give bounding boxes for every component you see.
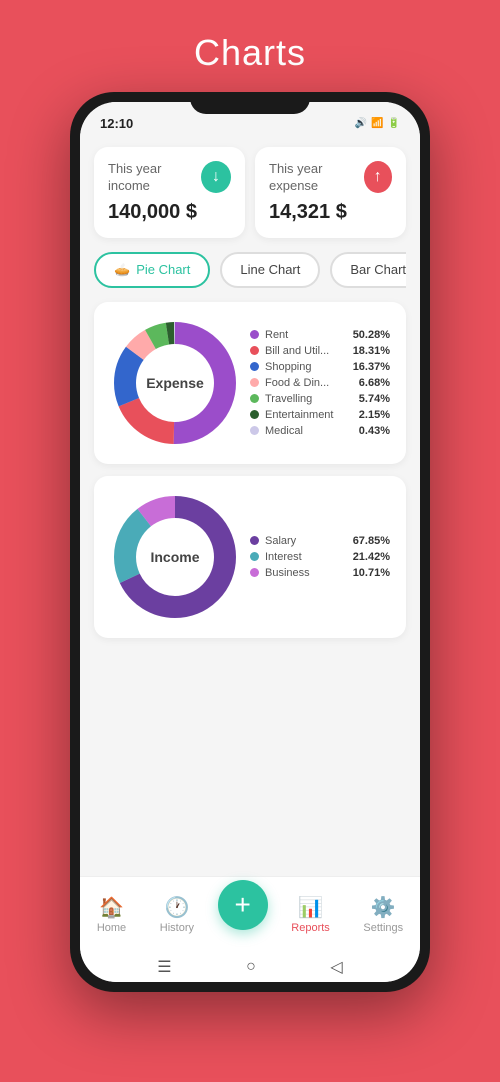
income-card-header: This year income ↓: [108, 161, 231, 195]
tab-pie-chart[interactable]: 🥧 Pie Chart: [94, 252, 210, 288]
nav-history[interactable]: 🕐 History: [150, 889, 204, 940]
android-home[interactable]: ○: [246, 958, 256, 976]
bottom-nav: 🏠 Home 🕐 History + 📊 Reports ⚙️ Settings: [80, 876, 420, 952]
legend-name: Bill and Util...: [265, 345, 347, 357]
legend-item: Food & Din... 6.68%: [250, 377, 390, 389]
android-menu[interactable]: ☰: [157, 957, 171, 977]
legend-item: Travelling 5.74%: [250, 393, 390, 405]
legend-pct: 2.15%: [359, 409, 390, 421]
income-card-title: This year income: [108, 161, 201, 195]
pie-chart-icon: 🥧: [114, 262, 130, 278]
legend-pct: 16.37%: [353, 361, 390, 373]
phone-frame: 12:10 🔊 📶 🔋 This year income ↓: [70, 92, 430, 992]
legend-name: Business: [265, 567, 347, 579]
legend-dot: [250, 410, 259, 419]
legend-name: Food & Din...: [265, 377, 353, 389]
expense-card-header: This year expense ↑: [269, 161, 392, 195]
legend-item: Entertainment 2.15%: [250, 409, 390, 421]
legend-dot: [250, 378, 259, 387]
legend-name: Shopping: [265, 361, 347, 373]
tab-bar-chart[interactable]: Bar Chart: [330, 252, 406, 288]
legend-item: Rent 50.28%: [250, 329, 390, 341]
expense-donut: Expense: [110, 318, 240, 448]
expense-card: This year expense ↑ 14,321 $: [255, 147, 406, 238]
legend-dot: [250, 330, 259, 339]
legend-item: Bill and Util... 18.31%: [250, 345, 390, 357]
history-icon: 🕐: [164, 895, 189, 920]
income-chart-card: Income Salary 67.85% Interest 21.42% Bus…: [94, 476, 406, 638]
legend-item: Medical 0.43%: [250, 425, 390, 437]
page-title: Charts: [194, 32, 306, 74]
legend-name: Rent: [265, 329, 347, 341]
content-area: This year income ↓ 140,000 $ This year e…: [80, 135, 420, 876]
chart-tabs: 🥧 Pie Chart Line Chart Bar Chart: [94, 252, 406, 288]
legend-dot: [250, 394, 259, 403]
expense-chart-card: Expense Rent 50.28% Bill and Util... 18.…: [94, 302, 406, 464]
legend-pct: 10.71%: [353, 567, 390, 579]
nav-settings[interactable]: ⚙️ Settings: [353, 889, 413, 940]
phone-screen: 12:10 🔊 📶 🔋 This year income ↓: [80, 102, 420, 982]
expense-card-title: This year expense: [269, 161, 364, 195]
income-legend: Salary 67.85% Interest 21.42% Business 1…: [250, 535, 390, 579]
legend-name: Interest: [265, 551, 347, 563]
legend-pct: 18.31%: [353, 345, 390, 357]
income-icon: ↓: [201, 161, 231, 193]
legend-item: Salary 67.85%: [250, 535, 390, 547]
legend-name: Salary: [265, 535, 347, 547]
legend-pct: 21.42%: [353, 551, 390, 563]
nav-reports[interactable]: 📊 Reports: [281, 889, 340, 940]
legend-pct: 6.68%: [359, 377, 390, 389]
expense-donut-label: Expense: [146, 375, 204, 391]
legend-item: Business 10.71%: [250, 567, 390, 579]
reports-icon: 📊: [298, 895, 323, 920]
android-bar: ☰ ○ ◁: [80, 952, 420, 982]
home-icon: 🏠: [99, 895, 124, 920]
income-amount: 140,000 $: [108, 201, 231, 224]
settings-icon: ⚙️: [371, 895, 396, 920]
android-back[interactable]: ◁: [330, 957, 342, 977]
notch: [190, 92, 310, 114]
legend-dot: [250, 536, 259, 545]
legend-name: Travelling: [265, 393, 353, 405]
legend-dot: [250, 362, 259, 371]
legend-pct: 67.85%: [353, 535, 390, 547]
legend-dot: [250, 426, 259, 435]
summary-row: This year income ↓ 140,000 $ This year e…: [94, 147, 406, 238]
income-donut: Income: [110, 492, 240, 622]
legend-item: Interest 21.42%: [250, 551, 390, 563]
legend-dot: [250, 568, 259, 577]
legend-name: Entertainment: [265, 409, 353, 421]
legend-pct: 50.28%: [353, 329, 390, 341]
status-time: 12:10: [100, 116, 133, 131]
income-donut-label: Income: [150, 549, 199, 565]
legend-name: Medical: [265, 425, 353, 437]
tab-line-chart[interactable]: Line Chart: [220, 252, 320, 288]
income-card: This year income ↓ 140,000 $: [94, 147, 245, 238]
legend-pct: 0.43%: [359, 425, 390, 437]
status-icons: 🔊 📶 🔋: [355, 118, 400, 129]
expense-legend: Rent 50.28% Bill and Util... 18.31% Shop…: [250, 329, 390, 437]
expense-amount: 14,321 $: [269, 201, 392, 224]
legend-pct: 5.74%: [359, 393, 390, 405]
expense-icon: ↑: [364, 161, 392, 193]
nav-fab-button[interactable]: +: [218, 880, 268, 930]
page-wrapper: Charts 12:10 🔊 📶 🔋 This year inco: [0, 0, 500, 1082]
legend-dot: [250, 552, 259, 561]
nav-home[interactable]: 🏠 Home: [87, 889, 136, 940]
legend-dot: [250, 346, 259, 355]
legend-item: Shopping 16.37%: [250, 361, 390, 373]
